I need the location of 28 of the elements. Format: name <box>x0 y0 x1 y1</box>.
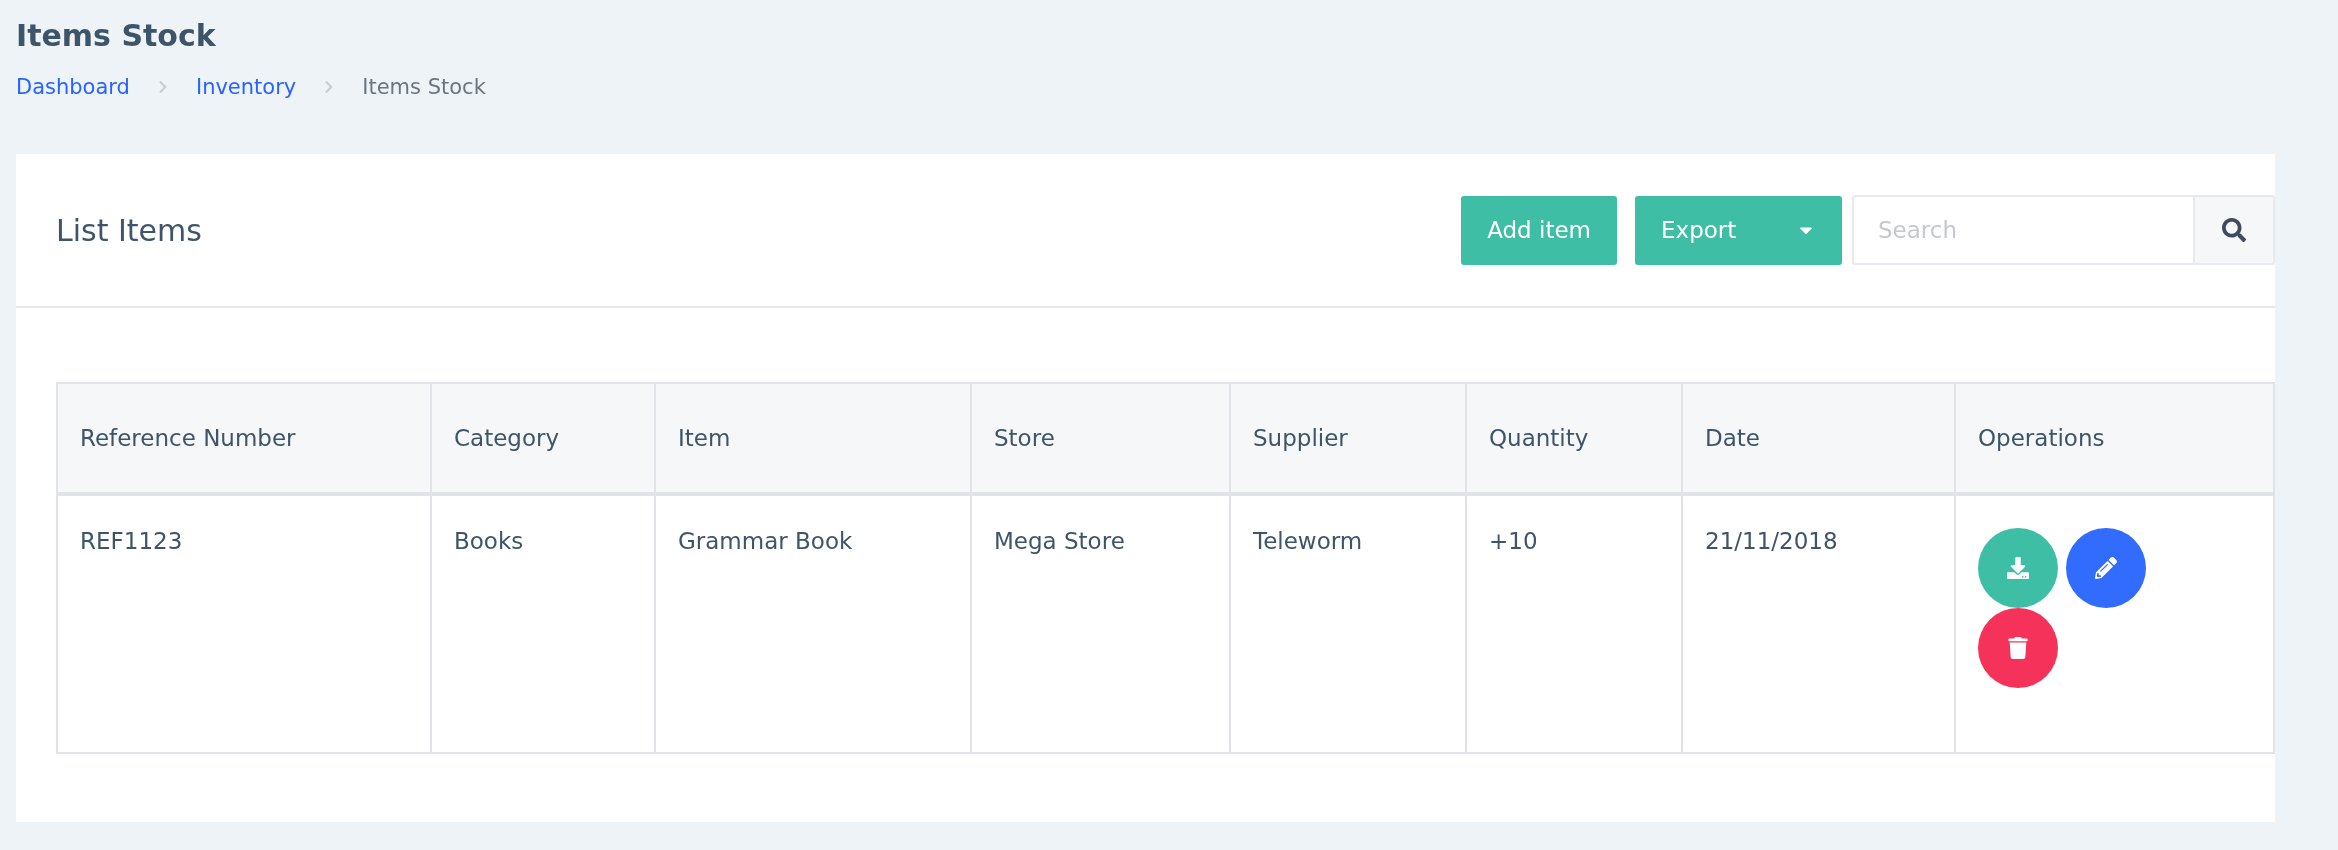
column-header: Supplier <box>1230 383 1466 494</box>
search-button[interactable] <box>2195 195 2275 265</box>
table-cell: Mega Store <box>971 494 1230 753</box>
table-cell: Books <box>431 494 655 753</box>
column-header: Operations <box>1955 383 2274 494</box>
search-field[interactable]: Search <box>1852 195 2195 265</box>
pencil-icon <box>2095 557 2117 579</box>
breadcrumb-current: Items Stock <box>362 75 486 99</box>
column-header: Category <box>431 383 655 494</box>
column-header: Reference Number <box>57 383 431 494</box>
card-title: List Items <box>56 212 203 248</box>
column-header: Date <box>1682 383 1955 494</box>
column-header: Item <box>655 383 971 494</box>
export-button[interactable]: Export <box>1635 195 1842 265</box>
table-cell: +10 <box>1466 494 1682 753</box>
add-item-button[interactable]: Add item <box>1461 195 1617 265</box>
table-cell: 21/11/2018 <box>1682 494 1955 753</box>
column-header: Store <box>971 383 1230 494</box>
download-icon <box>2007 557 2029 579</box>
trash-icon <box>2007 637 2029 659</box>
table-cell: REF1123 <box>57 494 431 753</box>
column-header: Quantity <box>1466 383 1682 494</box>
table-cell: Grammar Book <box>655 494 971 753</box>
breadcrumb-link[interactable]: Dashboard <box>16 75 130 99</box>
page-title: Items Stock <box>16 17 217 55</box>
search-icon <box>2222 218 2246 242</box>
table-cell: Teleworm <box>1230 494 1466 753</box>
breadcrumb-link[interactable]: Inventory <box>195 75 297 99</box>
